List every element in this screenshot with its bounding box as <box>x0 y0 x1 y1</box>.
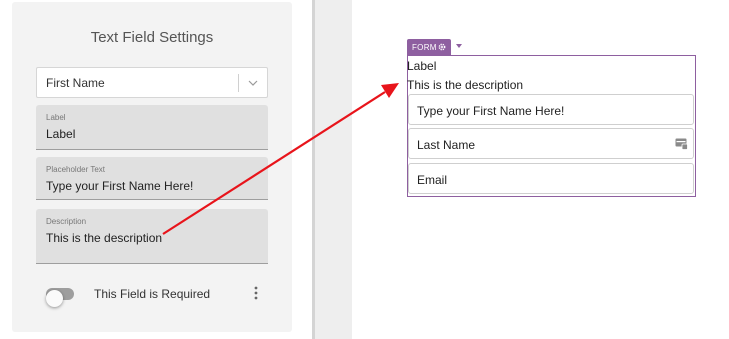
panel-separator <box>312 0 352 339</box>
placeholder-text-field[interactable]: Placeholder Text Type your First Name He… <box>36 157 268 200</box>
required-row: This Field is Required <box>44 283 274 307</box>
field-select-divider <box>238 74 239 92</box>
email-input[interactable]: Email <box>408 163 694 194</box>
description-field[interactable]: Description This is the description <box>36 209 268 264</box>
form-badge[interactable]: FORM <box>407 39 451 55</box>
form-badge-label: FORM <box>412 43 437 52</box>
required-toggle-label: This Field is Required <box>94 287 211 301</box>
first-name-input[interactable]: Type your First Name Here! <box>408 94 694 125</box>
placeholder-text-input[interactable]: Type your First Name Here! <box>46 179 193 193</box>
required-toggle[interactable] <box>46 288 74 307</box>
placeholder-text-caption: Placeholder Text <box>46 165 105 174</box>
chevron-down-icon[interactable] <box>247 77 259 89</box>
text-field-settings-panel: Text Field Settings First Name Label Lab… <box>12 2 292 332</box>
first-name-placeholder: Type your First Name Here! <box>417 104 565 118</box>
more-vertical-icon[interactable] <box>250 285 262 301</box>
last-name-input[interactable]: Last Name <box>408 128 694 159</box>
label-field-input[interactable]: Label <box>46 127 75 141</box>
form-preview-description: This is the description <box>407 78 524 92</box>
description-caption: Description <box>46 217 87 226</box>
screen: Text Field Settings First Name Label Lab… <box>0 0 729 339</box>
gear-icon[interactable] <box>438 43 446 51</box>
card-icon <box>675 138 688 150</box>
required-toggle-thumb[interactable] <box>46 290 63 307</box>
label-field-caption: Label <box>46 113 66 122</box>
caret-down-icon[interactable] <box>455 43 463 49</box>
label-field[interactable]: Label Label <box>36 105 268 150</box>
field-select-value: First Name <box>46 76 105 90</box>
form-preview-label: Label <box>407 59 437 73</box>
settings-title: Text Field Settings <box>90 29 214 46</box>
separator-edge <box>312 0 315 339</box>
description-input[interactable]: This is the description <box>46 231 162 245</box>
field-select[interactable]: First Name <box>36 67 268 98</box>
last-name-placeholder: Last Name <box>417 138 476 152</box>
email-placeholder: Email <box>417 173 448 187</box>
